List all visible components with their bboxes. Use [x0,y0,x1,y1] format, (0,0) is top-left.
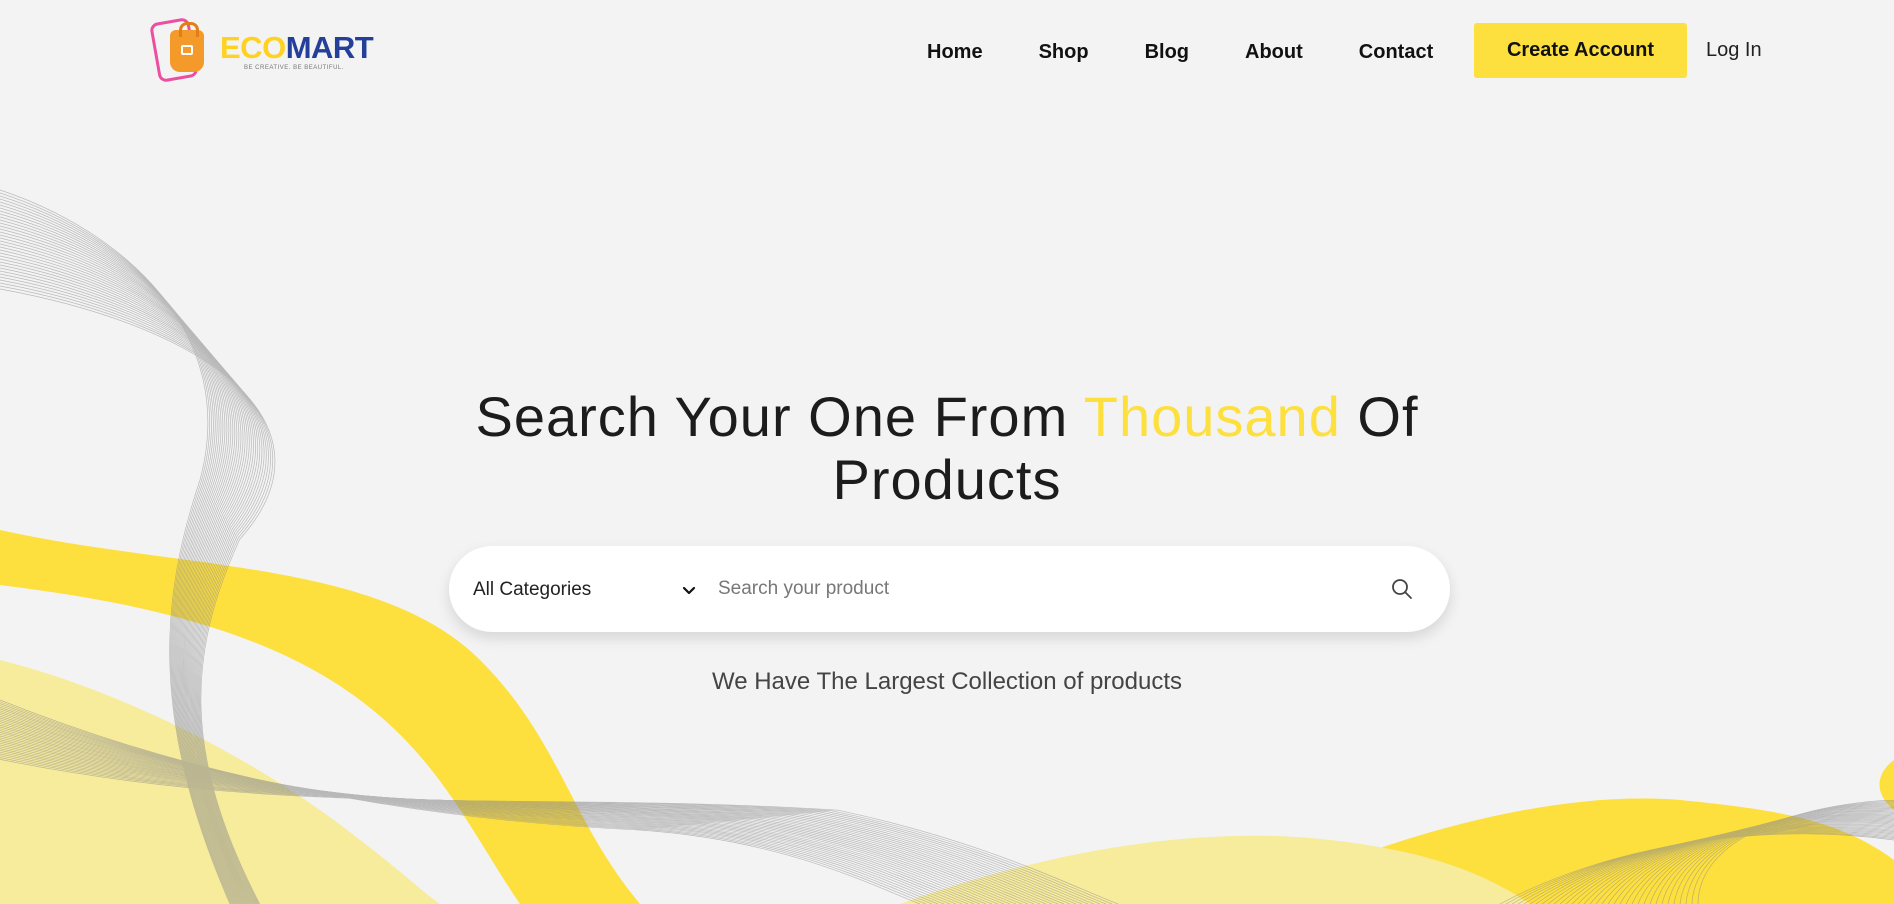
brand-logo[interactable]: ECO MART BE CREATIVE. BE BEAUTIFUL. [149,16,382,84]
hero-title: Search Your One From Thousand Of Products [447,385,1447,511]
create-account-button[interactable]: Create Account [1474,23,1687,78]
chevron-down-icon [682,586,696,595]
product-search-bar: All Categories [449,546,1450,632]
hero-subtitle: We Have The Largest Collection of produc… [711,668,1183,695]
cart-icon [181,45,193,55]
hero-title-start: Search Your One From [475,385,1084,448]
logo-text: ECO MART BE CREATIVE. BE BEAUTIFUL. [220,29,374,71]
shopping-bag-icon [170,22,204,72]
hero-title-end: Products [832,448,1062,511]
logo-mart: MART [285,29,374,65]
search-button[interactable] [1387,574,1417,604]
nav-shop[interactable]: Shop [1039,41,1089,64]
category-select-value: All Categories [473,579,592,600]
nav-contact[interactable]: Contact [1359,41,1433,64]
logo-eco: ECO [220,29,286,65]
main-nav: Home Shop Blog About Contact [927,38,1433,66]
log-in-link[interactable]: Log In [1706,39,1762,65]
shopping-bag-phone-icon [149,16,214,84]
nav-home[interactable]: Home [927,41,983,64]
logo-wordmark: ECO MART [220,29,374,65]
category-select[interactable]: All Categories [473,572,698,608]
search-input[interactable] [718,570,1338,608]
logo-tagline: BE CREATIVE. BE BEAUTIFUL. [244,64,344,71]
hero-title-highlight: Thousand [1083,385,1341,448]
nav-blog[interactable]: Blog [1145,41,1189,64]
hero-title-of: Of [1340,385,1419,448]
search-icon [1392,579,1412,599]
site-header: ECO MART BE CREATIVE. BE BEAUTIFUL. Home… [0,0,1894,104]
nav-about[interactable]: About [1245,41,1303,64]
